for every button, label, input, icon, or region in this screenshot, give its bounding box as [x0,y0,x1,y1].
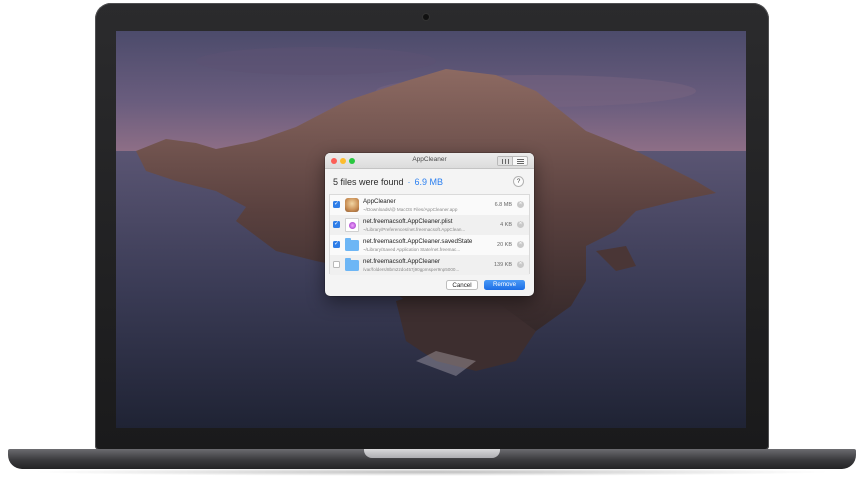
columns-view-button[interactable] [498,157,512,165]
file-name: net.freemacsoft.AppCleaner.plist [363,218,453,225]
laptop-shadow [30,468,834,476]
file-checkbox[interactable]: ✓ [333,241,340,248]
reveal-in-finder-icon[interactable]: × [517,241,524,248]
reveal-in-finder-icon[interactable]: × [517,221,524,228]
cancel-button[interactable]: Cancel [446,280,478,290]
appcleaner-window: AppCleaner 5 files were found · 6.9 MB ✓ A… [325,153,534,296]
laptop-opening-notch [364,449,500,458]
folder-icon [345,238,359,251]
reveal-in-finder-icon[interactable]: × [517,261,524,268]
file-path: ~/Downloads/@ MacOS Files/AppCleaner.app [363,207,458,212]
file-list: ✓ AppCleaner ~/Downloads/@ MacOS Files/A… [329,194,530,275]
file-size: 4 KB [500,222,512,228]
file-checkbox[interactable]: ✓ [333,221,340,228]
file-path: ~/Library/Preferences/net.freemacsoft.Ap… [363,227,466,232]
file-checkbox[interactable] [333,261,340,268]
plist-file-icon [345,218,359,232]
total-size: 6.9 MB [414,177,444,187]
columns-view-icon [502,159,509,164]
file-checkbox[interactable]: ✓ [333,201,340,208]
file-path: /var/folders/8bm2zdo457j90gpmsper9np5000… [363,267,460,272]
folder-icon [345,258,359,271]
reveal-in-finder-icon[interactable]: × [517,201,524,208]
files-found-text: 5 files were found [333,177,404,187]
remove-button[interactable]: Remove [484,280,525,290]
file-size: 6.8 MB [494,202,512,208]
file-row[interactable]: ✓ AppCleaner ~/Downloads/@ MacOS Files/A… [330,195,529,215]
file-size: 139 KB [493,262,512,268]
help-button[interactable]: ? [513,176,524,187]
file-size: 20 KB [497,242,512,248]
file-path: ~/Library/Saved Application State/net.fr… [363,247,461,252]
file-name: net.freemacsoft.AppCleaner.savedState [363,238,473,245]
title-bar[interactable]: AppCleaner [325,153,534,169]
file-name: AppCleaner [363,198,396,205]
files-found-summary: 5 files were found · 6.9 MB [333,177,443,187]
list-view-icon [517,159,524,164]
file-name: net.freemacsoft.AppCleaner [363,258,441,265]
file-row[interactable]: net.freemacsoft.AppCleaner /var/folders/… [330,255,529,275]
file-row[interactable]: ✓ net.freemacsoft.AppCleaner.plist ~/Lib… [330,215,529,235]
app-icon [345,198,359,212]
camera-icon [423,14,429,20]
view-mode-toggle [497,156,528,166]
list-view-button[interactable] [512,157,527,165]
summary-separator: · [407,177,411,187]
file-row[interactable]: ✓ net.freemacsoft.AppCleaner.savedState … [330,235,529,255]
